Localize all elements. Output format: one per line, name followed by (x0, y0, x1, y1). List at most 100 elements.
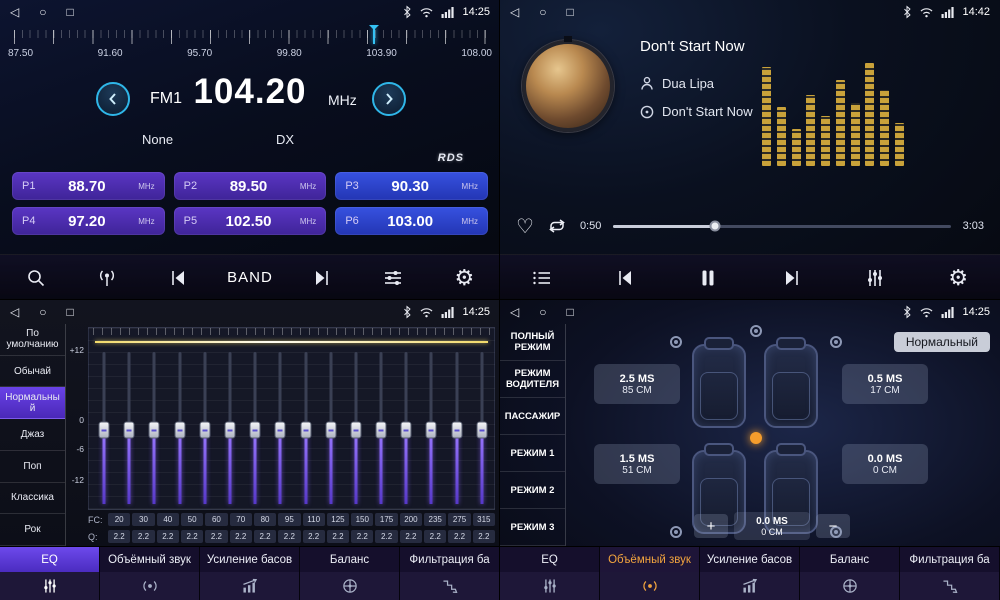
eq-preset-item[interactable]: Нормальный (0, 387, 65, 419)
band-slider[interactable] (299, 352, 313, 504)
band-slider[interactable] (374, 352, 388, 504)
band-slider[interactable] (248, 352, 262, 504)
band-slider[interactable] (147, 352, 161, 504)
band-slider[interactable] (173, 352, 187, 504)
tune-up-button[interactable] (372, 82, 406, 116)
previous-track-button[interactable] (597, 258, 653, 298)
preset-button[interactable]: P1 88.70 MHz (12, 172, 165, 200)
slider-handle[interactable] (199, 421, 210, 438)
band-button[interactable]: BAND (221, 258, 279, 298)
preset-button[interactable]: P5 102.50 MHz (174, 207, 327, 235)
listening-mode-item[interactable]: ПОЛНЫЙ РЕЖИМ (500, 324, 565, 361)
slider-handle[interactable] (401, 421, 412, 438)
sound-tab[interactable]: Усиление басов (200, 547, 300, 572)
sound-tab[interactable]: EQ (500, 547, 600, 572)
bass-boost-icon[interactable] (700, 572, 800, 600)
listening-mode-item[interactable]: РЕЖИМ ВОДИТЕЛЯ (500, 361, 565, 398)
settings-gear-icon[interactable]: ⚙ (436, 258, 492, 298)
back-icon[interactable]: ◁ (510, 305, 519, 319)
listening-mode-item[interactable]: ПАССАЖИР (500, 398, 565, 435)
eq-preset-item[interactable]: Джаз (0, 419, 65, 451)
recents-icon[interactable]: □ (566, 5, 573, 19)
home-icon[interactable]: ○ (539, 305, 546, 319)
recents-icon[interactable]: □ (66, 305, 73, 319)
preset-button[interactable]: P6 103.00 MHz (335, 207, 488, 235)
audio-settings-icon[interactable] (365, 258, 421, 298)
eq-preset-item[interactable]: Рок (0, 514, 65, 546)
repeat-icon[interactable] (546, 218, 568, 234)
progress-bar[interactable] (613, 225, 950, 228)
scan-button[interactable] (8, 258, 64, 298)
slider-handle[interactable] (300, 421, 311, 438)
band-slider[interactable] (122, 352, 136, 504)
listening-mode-item[interactable]: РЕЖИМ 3 (500, 509, 565, 546)
home-icon[interactable]: ○ (539, 5, 546, 19)
eq-faders-icon[interactable] (500, 572, 600, 600)
slider-handle[interactable] (124, 421, 135, 438)
listening-position-dot[interactable] (750, 432, 762, 444)
recents-icon[interactable]: □ (566, 305, 573, 319)
slider-handle[interactable] (99, 421, 110, 438)
decrease-delay-button[interactable]: − (816, 514, 850, 538)
sound-tab[interactable]: Фильтрация ба (400, 547, 500, 572)
balance-icon[interactable] (800, 572, 900, 600)
band-slider[interactable] (399, 352, 413, 504)
driver-seat[interactable] (692, 344, 746, 428)
eq-preset-item[interactable]: Классика (0, 483, 65, 515)
band-slider[interactable] (475, 352, 489, 504)
favorite-icon[interactable]: ♡ (516, 214, 534, 239)
band-slider[interactable] (324, 352, 338, 504)
next-track-button[interactable] (764, 258, 820, 298)
listening-mode-item[interactable]: РЕЖИМ 2 (500, 472, 565, 509)
sound-tab[interactable]: Объёмный звук (600, 547, 700, 572)
band-slider[interactable] (349, 352, 363, 504)
slider-handle[interactable] (350, 421, 361, 438)
preset-button[interactable]: P4 97.20 MHz (12, 207, 165, 235)
sound-tab[interactable]: Баланс (800, 547, 900, 572)
sound-tab[interactable]: Баланс (300, 547, 400, 572)
slider-handle[interactable] (325, 421, 336, 438)
home-icon[interactable]: ○ (39, 305, 46, 319)
eq-preset-item[interactable]: Поп (0, 451, 65, 483)
pause-button[interactable] (680, 258, 736, 298)
recents-icon[interactable]: □ (66, 5, 73, 19)
slider-handle[interactable] (149, 421, 160, 438)
back-icon[interactable]: ◁ (10, 305, 19, 319)
slider-handle[interactable] (250, 421, 261, 438)
home-icon[interactable]: ○ (39, 5, 46, 19)
surround-sound-icon[interactable] (100, 572, 200, 600)
eq-preset-item[interactable]: По умолчанию (0, 324, 65, 356)
eq-faders-icon[interactable] (0, 572, 100, 600)
slider-handle[interactable] (174, 421, 185, 438)
tuner-aps-button[interactable] (79, 258, 135, 298)
band-slider[interactable] (424, 352, 438, 504)
settings-gear-icon[interactable]: ⚙ (930, 258, 986, 298)
crossover-filter-icon[interactable] (900, 572, 1000, 600)
next-station-button[interactable] (294, 258, 350, 298)
sound-tab[interactable]: EQ (0, 547, 100, 572)
back-icon[interactable]: ◁ (510, 5, 519, 19)
band-slider[interactable] (273, 352, 287, 504)
slider-handle[interactable] (376, 421, 387, 438)
passenger-seat[interactable] (764, 344, 818, 428)
band-slider[interactable] (198, 352, 212, 504)
bass-boost-icon[interactable] (200, 572, 300, 600)
slider-handle[interactable] (426, 421, 437, 438)
progress-knob[interactable] (709, 221, 720, 232)
previous-station-button[interactable] (150, 258, 206, 298)
surround-sound-icon[interactable] (600, 572, 700, 600)
playlist-icon[interactable] (514, 258, 570, 298)
slider-handle[interactable] (451, 421, 462, 438)
sound-tab[interactable]: Объёмный звук (100, 547, 200, 572)
equalizer-icon[interactable] (847, 258, 903, 298)
crossover-filter-icon[interactable] (400, 572, 500, 600)
listening-mode-item[interactable]: РЕЖИМ 1 (500, 435, 565, 472)
increase-delay-button[interactable]: + (694, 514, 728, 538)
preset-button[interactable]: P2 89.50 MHz (174, 172, 327, 200)
slider-handle[interactable] (476, 421, 487, 438)
band-slider[interactable] (450, 352, 464, 504)
slider-handle[interactable] (224, 421, 235, 438)
slider-handle[interactable] (275, 421, 286, 438)
profile-button[interactable]: Нормальный (894, 332, 990, 352)
balance-icon[interactable] (300, 572, 400, 600)
